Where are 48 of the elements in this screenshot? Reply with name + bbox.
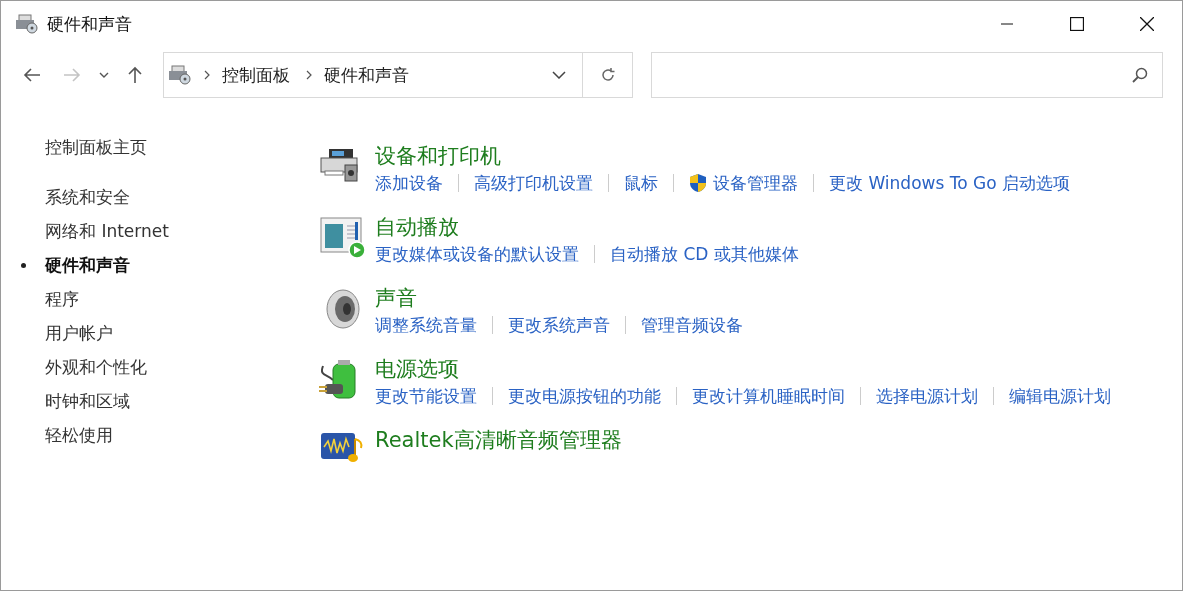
sidebar-link[interactable]: 轻松使用	[45, 423, 113, 447]
sidebar-link[interactable]: 程序	[45, 287, 79, 311]
task-link[interactable]: 更改 Windows To Go 启动选项	[829, 171, 1070, 195]
printer-icon	[168, 65, 192, 85]
dropdown-icon[interactable]	[552, 71, 566, 79]
task-link[interactable]: 添加设备	[375, 171, 443, 195]
task-link[interactable]: 调整系统音量	[375, 313, 477, 337]
sidebar-link[interactable]: 硬件和声音	[45, 253, 130, 277]
sidebar-link[interactable]: 用户帐户	[45, 321, 113, 345]
category-title-link[interactable]: 设备和打印机	[375, 141, 501, 171]
sidebar-link[interactable]: 时钟和区域	[45, 389, 130, 413]
arrow-right-icon	[63, 67, 81, 83]
window-title: 硬件和声音	[47, 12, 132, 36]
close-icon	[1140, 17, 1154, 31]
sidebar-link[interactable]: 网络和 Internet	[45, 219, 169, 243]
task-link[interactable]: 高级打印机设置	[474, 171, 593, 195]
category-title-link[interactable]: Realtek高清晰音频管理器	[375, 425, 622, 455]
chevron-icon	[306, 70, 312, 80]
search-icon	[1132, 67, 1148, 83]
task-link[interactable]: 管理音频设备	[641, 313, 743, 337]
breadcrumb-item[interactable]: 硬件和声音	[324, 63, 409, 87]
category-title-link[interactable]: 电源选项	[375, 354, 459, 384]
breadcrumb-item[interactable]: 控制面板	[222, 63, 290, 87]
sidebar-link[interactable]: 系统和安全	[45, 185, 130, 209]
sidebar-link[interactable]: 外观和个性化	[45, 355, 147, 379]
refresh-icon	[599, 67, 616, 83]
category-title-link[interactable]: 自动播放	[375, 212, 459, 242]
task-link[interactable]: 更改系统声音	[508, 313, 610, 337]
address-bar[interactable]: 控制面板 硬件和声音	[163, 52, 633, 98]
task-link[interactable]: 编辑电源计划	[1009, 384, 1111, 408]
maximize-icon	[1070, 17, 1084, 31]
chevron-icon	[204, 70, 210, 80]
arrow-left-icon	[23, 67, 41, 83]
task-link[interactable]: 设备管理器	[713, 171, 798, 195]
category-title-link[interactable]: 声音	[375, 283, 417, 313]
task-link[interactable]: 更改媒体或设备的默认设置	[375, 242, 579, 266]
printer-icon	[15, 14, 39, 34]
task-link[interactable]: 自动播放 CD 或其他媒体	[610, 242, 799, 266]
search-field[interactable]	[651, 52, 1163, 98]
sidebar-link[interactable]: 控制面板主页	[45, 135, 147, 159]
task-link[interactable]: 更改计算机睡眠时间	[692, 384, 845, 408]
task-link[interactable]: 更改电源按钮的功能	[508, 384, 661, 408]
caret-icon	[99, 72, 109, 78]
autoplay-icon	[319, 216, 367, 260]
task-link[interactable]: 更改节能设置	[375, 384, 477, 408]
arrow-up-icon	[127, 66, 143, 84]
task-link[interactable]: 选择电源计划	[876, 384, 978, 408]
task-link[interactable]: 鼠标	[624, 171, 658, 195]
